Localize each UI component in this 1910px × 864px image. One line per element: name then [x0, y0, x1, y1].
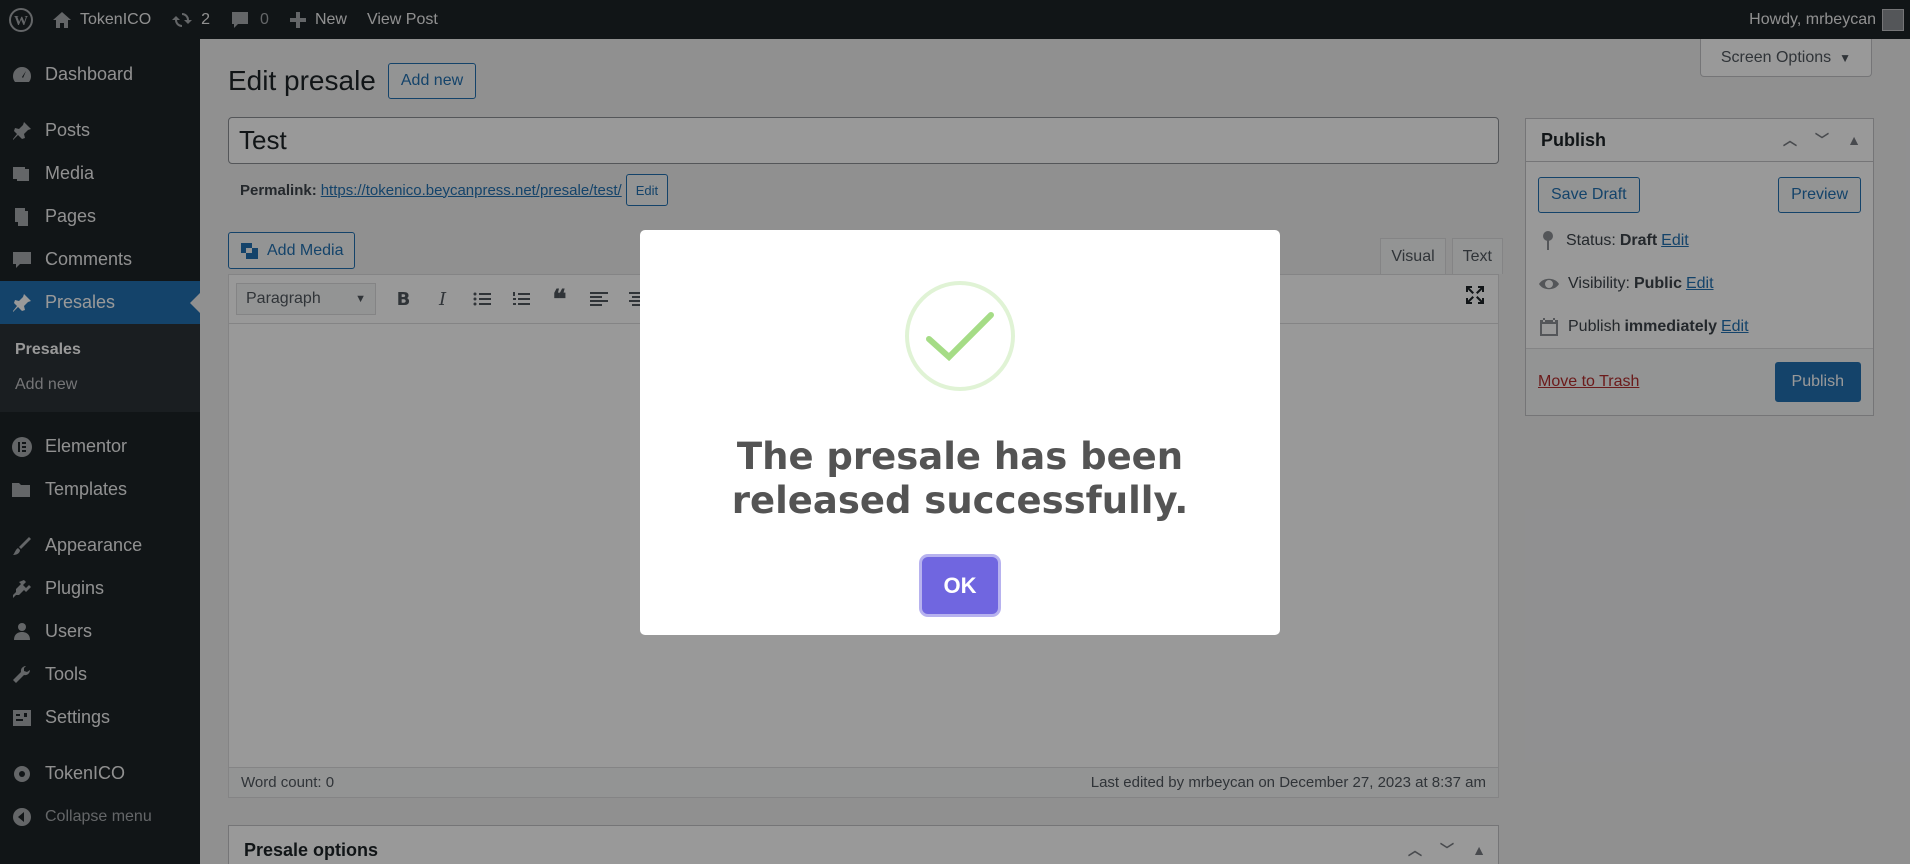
success-dialog: The presale has been released successful… [640, 230, 1280, 635]
ok-button[interactable]: OK [922, 557, 998, 614]
success-check-icon [905, 281, 1015, 391]
dialog-message: The presale has been released successful… [731, 435, 1189, 522]
